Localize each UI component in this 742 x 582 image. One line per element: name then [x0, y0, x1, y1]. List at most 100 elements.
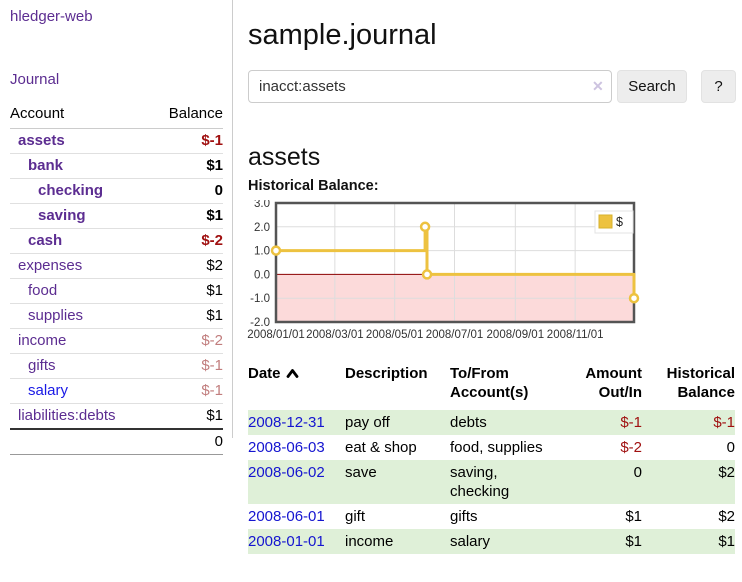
transaction-row: 2008-01-01incomesalary$1$1	[248, 529, 735, 554]
account-heading: assets	[248, 143, 320, 172]
transaction-date-link[interactable]: 2008-12-31	[248, 414, 325, 431]
account-row: expenses $2	[10, 254, 223, 279]
account-balance: $1	[151, 404, 223, 430]
account-link-saving[interactable]: saving	[38, 207, 86, 224]
search-button[interactable]: Search	[617, 70, 687, 103]
transaction-row: 2008-06-01giftgifts$1$2	[248, 504, 735, 529]
account-link-checking[interactable]: checking	[38, 182, 103, 199]
transaction-date-link[interactable]: 2008-06-01	[248, 508, 325, 525]
account-row: bank $1	[10, 154, 223, 179]
account-row: saving $1	[10, 204, 223, 229]
svg-text:2008/01/01: 2008/01/01	[247, 329, 305, 341]
transaction-date-link[interactable]: 2008-01-01	[248, 533, 325, 550]
column-header-balance: Historical Balance	[642, 362, 735, 410]
account-row: liabilities:debts $1	[10, 404, 223, 430]
account-balance: $1	[151, 204, 223, 229]
account-link-food[interactable]: food	[28, 282, 57, 299]
transaction-date: 2008-06-01	[248, 504, 345, 529]
account-balance: $-1	[151, 129, 223, 154]
svg-text:$: $	[616, 215, 623, 229]
account-link-assets[interactable]: assets	[18, 132, 65, 149]
column-header-amount: Amount Out/In	[556, 362, 642, 410]
svg-text:2008/03/01: 2008/03/01	[306, 329, 364, 341]
sort-ascending-icon	[286, 365, 299, 384]
account-link-salary[interactable]: salary	[28, 382, 68, 399]
historical-balance-chart: 2008/01/012008/03/012008/05/012008/07/01…	[240, 200, 702, 350]
transaction-amount: $1	[556, 504, 642, 529]
account-link-gifts[interactable]: gifts	[28, 357, 56, 374]
account-link-cash[interactable]: cash	[28, 232, 62, 249]
account-row: salary $-1	[10, 379, 223, 404]
transaction-amount: $1	[556, 529, 642, 554]
register-table: Date Description To/From Account(s) Amou…	[248, 362, 735, 554]
account-balance: $-1	[151, 379, 223, 404]
page-title: sample.journal	[248, 16, 437, 54]
transaction-description: income	[345, 529, 450, 554]
transaction-description: pay off	[345, 410, 450, 435]
account-balance: $1	[151, 304, 223, 329]
transaction-row: 2008-12-31pay offdebts$-1$-1	[248, 410, 735, 435]
transaction-date-link[interactable]: 2008-06-02	[248, 464, 325, 481]
transaction-row: 2008-06-03eat & shopfood, supplies$-20	[248, 435, 735, 460]
accounts-total-balance: 0	[151, 429, 223, 455]
transaction-amount: $-1	[556, 410, 642, 435]
account-link-bank[interactable]: bank	[28, 157, 63, 174]
transaction-accounts: debts	[450, 410, 556, 435]
account-balance: $1	[151, 279, 223, 304]
svg-text:-2.0: -2.0	[250, 317, 270, 329]
transaction-date-link[interactable]: 2008-06-03	[248, 439, 325, 456]
account-balance: $-2	[151, 229, 223, 254]
transaction-description: gift	[345, 504, 450, 529]
account-balance: $-1	[151, 354, 223, 379]
account-row: income $-2	[10, 329, 223, 354]
svg-text:0.0: 0.0	[254, 269, 270, 281]
account-row: checking 0	[10, 179, 223, 204]
transaction-balance: 0	[642, 435, 735, 460]
svg-text:2008/09/01: 2008/09/01	[487, 329, 545, 341]
accounts-header-account: Account	[10, 103, 151, 129]
svg-text:-1.0: -1.0	[250, 293, 270, 305]
transaction-date: 2008-06-03	[248, 435, 345, 460]
account-balance: $2	[151, 254, 223, 279]
sidebar-item-journal[interactable]: Journal	[10, 71, 59, 88]
transaction-balance: $1	[642, 529, 735, 554]
column-header-accounts: To/From Account(s)	[450, 362, 556, 410]
transaction-date: 2008-06-02	[248, 460, 345, 504]
account-row: gifts $-1	[10, 354, 223, 379]
account-balance: $1	[151, 154, 223, 179]
clear-search-icon[interactable]: ✕	[592, 78, 604, 95]
svg-text:2008/05/01: 2008/05/01	[366, 329, 424, 341]
transaction-date: 2008-12-31	[248, 410, 345, 435]
accounts-table: Account Balance assets $-1 bank $1 checking 0…	[10, 103, 223, 455]
account-row: cash $-2	[10, 229, 223, 254]
column-header-date[interactable]: Date	[248, 362, 345, 410]
app-brand-link[interactable]: hledger-web	[10, 8, 93, 25]
svg-text:3.0: 3.0	[254, 200, 270, 210]
column-header-description: Description	[345, 362, 450, 410]
account-link-supplies[interactable]: supplies	[28, 307, 83, 324]
account-link-income[interactable]: income	[18, 332, 66, 349]
chart-title: Historical Balance:	[248, 178, 379, 194]
svg-text:2008/07/01: 2008/07/01	[426, 329, 484, 341]
transaction-balance: $2	[642, 504, 735, 529]
register-header-row: Date Description To/From Account(s) Amou…	[248, 362, 735, 410]
help-button[interactable]: ?	[701, 70, 736, 103]
accounts-total-row: 0	[10, 429, 223, 455]
accounts-header-balance: Balance	[151, 103, 223, 129]
transaction-accounts: salary	[450, 529, 556, 554]
transaction-description: eat & shop	[345, 435, 450, 460]
transaction-amount: 0	[556, 460, 642, 504]
transaction-amount: $-2	[556, 435, 642, 460]
transaction-date: 2008-01-01	[248, 529, 345, 554]
svg-text:1.0: 1.0	[254, 246, 270, 258]
account-row: food $1	[10, 279, 223, 304]
account-link-expenses[interactable]: expenses	[18, 257, 82, 274]
sidebar: hledger-web Journal Account Balance asse…	[0, 0, 233, 438]
accounts-header-row: Account Balance	[10, 103, 223, 129]
account-balance: 0	[151, 179, 223, 204]
account-balance: $-2	[151, 329, 223, 354]
transaction-description: save	[345, 460, 450, 504]
account-row: assets $-1	[10, 129, 223, 154]
account-link-liabilities-debts[interactable]: liabilities:debts	[18, 407, 116, 424]
search-input[interactable]	[248, 70, 612, 103]
